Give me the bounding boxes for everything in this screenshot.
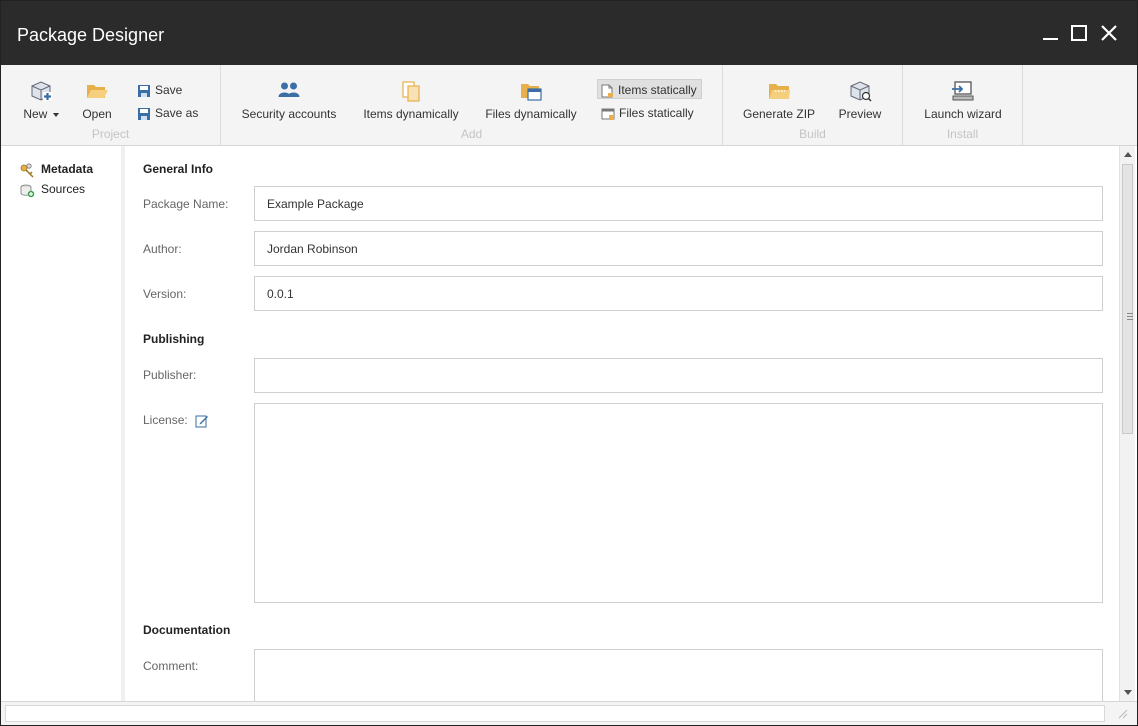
version-label: Version: bbox=[143, 287, 187, 301]
folder-files-icon bbox=[521, 84, 542, 101]
publishing-heading: Publishing bbox=[143, 332, 205, 346]
package-name-label: Package Name: bbox=[143, 197, 229, 211]
edit-icon[interactable] bbox=[195, 414, 209, 428]
security-accounts-button[interactable]: Security accounts bbox=[241, 79, 337, 121]
save-as-button-label: Save as bbox=[155, 106, 199, 120]
comment-label: Comment: bbox=[143, 659, 199, 673]
files-dynamically-label: Files dynamically bbox=[485, 107, 577, 121]
document-icon bbox=[601, 84, 613, 98]
license-textarea[interactable] bbox=[254, 403, 1103, 603]
preview-label: Preview bbox=[838, 107, 882, 121]
files-statically-label: Files statically bbox=[619, 106, 694, 120]
items-dynamically-label: Items dynamically bbox=[363, 107, 459, 121]
ribbon-group-add: Security accounts Items dynamically File… bbox=[221, 65, 723, 145]
version-input[interactable] bbox=[254, 276, 1103, 311]
preview-button[interactable]: Preview bbox=[837, 79, 883, 121]
floppy-disk-icon bbox=[138, 107, 150, 120]
chevron-down-icon bbox=[52, 112, 59, 117]
minimize-button[interactable] bbox=[1041, 23, 1061, 43]
nav-item-sources[interactable]: Sources bbox=[19, 180, 85, 198]
items-dynamically-button[interactable]: Items dynamically bbox=[361, 79, 461, 121]
open-button-label: Open bbox=[82, 107, 112, 121]
save-button[interactable]: Save bbox=[135, 80, 186, 100]
documentation-heading: Documentation bbox=[143, 623, 231, 637]
publisher-label: Publisher: bbox=[143, 368, 197, 382]
author-label: Author: bbox=[143, 242, 182, 256]
generate-zip-button[interactable]: Generate ZIP bbox=[743, 79, 815, 121]
window-file-icon bbox=[601, 108, 615, 120]
left-navigation: Metadata Sources bbox=[1, 146, 125, 701]
security-accounts-label: Security accounts bbox=[241, 107, 337, 121]
ribbon-group-install: Launch wizard Install bbox=[903, 65, 1023, 145]
nav-item-metadata-label: Metadata bbox=[41, 162, 94, 176]
status-field bbox=[5, 705, 1105, 722]
license-label: License: bbox=[143, 413, 188, 427]
items-icon bbox=[402, 81, 420, 102]
license-label-row: License: bbox=[143, 413, 209, 428]
floppy-disk-icon bbox=[138, 84, 150, 97]
scroll-thumb[interactable] bbox=[1122, 164, 1133, 434]
folder-open-icon bbox=[87, 85, 108, 98]
close-button[interactable] bbox=[1099, 23, 1119, 43]
generate-zip-label: Generate ZIP bbox=[743, 107, 816, 121]
group-label-project: Project bbox=[91, 127, 130, 141]
metadata-form: General Info Package Name: Author: Versi… bbox=[129, 146, 1119, 701]
ribbon-group-build: Generate ZIP Preview Build bbox=[723, 65, 903, 145]
comment-textarea[interactable] bbox=[254, 649, 1103, 701]
items-statically-button[interactable]: Items statically bbox=[597, 79, 702, 99]
maximize-button[interactable] bbox=[1069, 23, 1089, 43]
window-title: Package Designer bbox=[17, 25, 165, 45]
items-statically-label: Items statically bbox=[618, 83, 697, 97]
title-bar: Package Designer bbox=[1, 1, 1137, 65]
save-button-label: Save bbox=[155, 83, 183, 97]
publisher-input[interactable] bbox=[254, 358, 1103, 393]
package-new-icon bbox=[31, 81, 52, 101]
zip-folder-icon bbox=[769, 84, 790, 99]
launch-wizard-label: Launch wizard bbox=[924, 107, 1002, 121]
group-label-build: Build bbox=[799, 127, 826, 141]
group-label-install: Install bbox=[946, 127, 979, 141]
scroll-grip-icon bbox=[1127, 313, 1133, 320]
users-icon bbox=[278, 82, 300, 97]
ribbon-toolbar: New Open Save Save as Project Security a… bbox=[1, 65, 1137, 146]
wizard-monitor-icon bbox=[952, 81, 974, 101]
author-input[interactable] bbox=[254, 231, 1103, 266]
package-name-input[interactable] bbox=[254, 186, 1103, 221]
keys-icon bbox=[20, 163, 34, 178]
content-area: Metadata Sources General Info Package Na… bbox=[1, 146, 1137, 701]
general-info-heading: General Info bbox=[143, 162, 214, 176]
open-button[interactable]: Open bbox=[79, 79, 115, 121]
vertical-scrollbar[interactable] bbox=[1119, 146, 1135, 701]
resize-grip-icon[interactable] bbox=[1117, 708, 1129, 720]
scroll-down-arrow-icon[interactable] bbox=[1124, 690, 1132, 695]
package-designer-window: Package Designer New Open Save Save as P… bbox=[0, 0, 1138, 726]
nav-item-sources-label: Sources bbox=[41, 182, 86, 196]
package-preview-icon bbox=[850, 81, 872, 102]
files-statically-button[interactable]: Files statically bbox=[599, 103, 698, 123]
new-button[interactable]: New bbox=[21, 79, 61, 121]
scroll-up-arrow-icon[interactable] bbox=[1124, 152, 1132, 157]
nav-item-metadata[interactable]: Metadata bbox=[19, 160, 93, 178]
save-as-button[interactable]: Save as bbox=[135, 103, 202, 123]
ribbon-group-project: New Open Save Save as Project bbox=[1, 65, 221, 145]
group-label-add: Add bbox=[460, 127, 483, 141]
sources-icon bbox=[20, 184, 35, 198]
files-dynamically-button[interactable]: Files dynamically bbox=[483, 79, 579, 121]
launch-wizard-button[interactable]: Launch wizard bbox=[923, 79, 1003, 121]
new-button-label: New bbox=[23, 107, 48, 121]
close-icon bbox=[1101, 25, 1117, 41]
status-bar bbox=[1, 701, 1137, 725]
